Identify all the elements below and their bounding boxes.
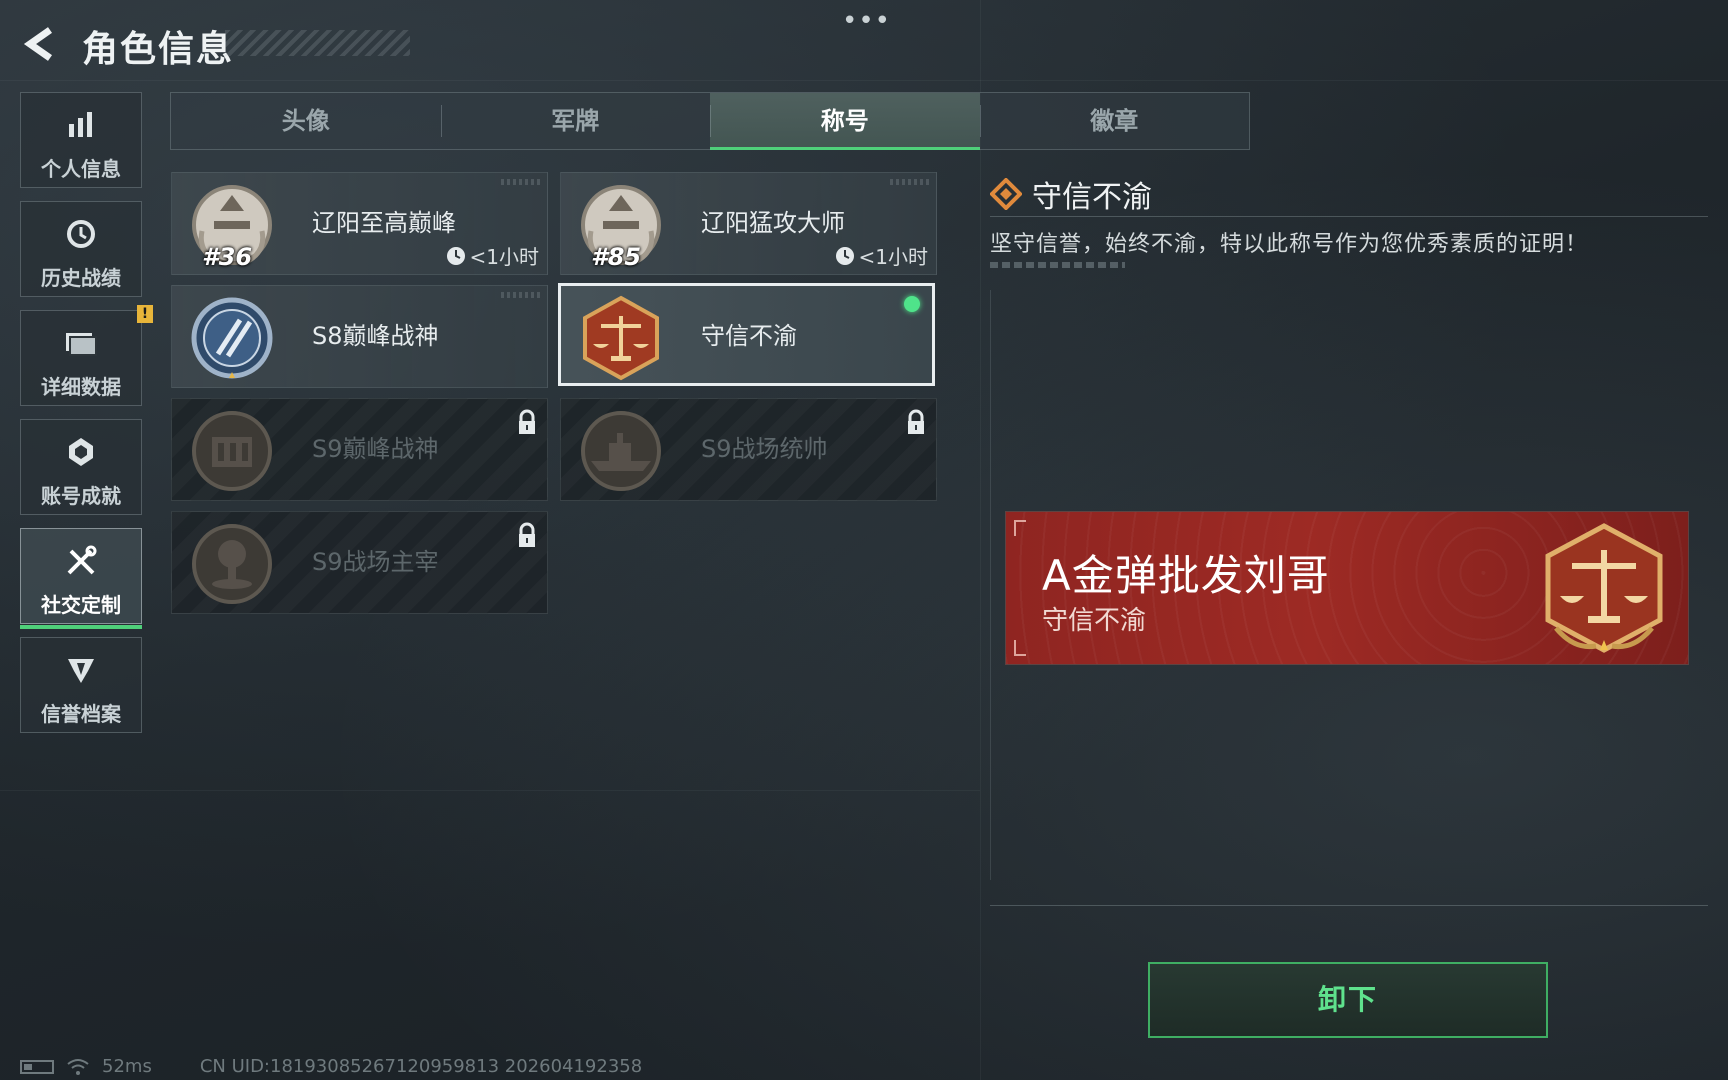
credit-shield-icon [21, 654, 141, 686]
title-decoration [225, 30, 410, 56]
sidebar-item-label: 社交定制 [41, 593, 121, 617]
divider [990, 216, 1708, 217]
title-card-locked[interactable]: S9巅峰战神 [171, 398, 548, 501]
rank-number: #36 [202, 243, 253, 271]
diamond-icon [990, 178, 1022, 210]
banner-corner [1014, 640, 1026, 656]
clock-icon [446, 246, 465, 265]
title-name: 辽阳猛攻大师 [701, 209, 845, 237]
scales-of-justice-emblem-icon [583, 295, 659, 381]
sidebar-item-label: 个人信息 [41, 157, 121, 181]
title-card[interactable]: #36 辽阳至高巅峰 <1小时 [171, 172, 548, 275]
title-card-locked[interactable]: S9战场主宰 [171, 511, 548, 614]
sidebar-item-achievements[interactable]: 账号成就 [20, 419, 142, 515]
category-tabs: 头像 军牌 称号 徽章 [170, 92, 1250, 150]
sidebar-item-label: 信誉档案 [41, 702, 121, 726]
title-name: S8巅峰战神 [312, 322, 439, 350]
tools-icon [21, 545, 141, 577]
duration-text: <1小时 [858, 245, 928, 269]
folder-icon [21, 327, 141, 359]
grid-line [980, 0, 981, 1080]
detail-description: 坚守信誉，始终不渝，特以此称号作为您优秀素质的证明！ [990, 232, 1589, 257]
sidebar-item-label: 历史战绩 [41, 266, 121, 290]
warning-badge: ! [137, 305, 153, 323]
banner-title: 守信不渝 [1042, 606, 1147, 636]
s9-warship-emblem-icon [581, 411, 661, 491]
title-preview-banner: A金弹批发刘哥 守信不渝 [1006, 512, 1688, 664]
card-decoration [501, 292, 541, 298]
detail-header: 守信不渝 [990, 172, 1152, 216]
duration: <1小时 [835, 241, 928, 270]
page-title: 角色信息 [82, 29, 235, 70]
title-card[interactable]: #85 辽阳猛攻大师 <1小时 [560, 172, 937, 275]
back-arrow-icon [23, 27, 53, 61]
status-bar: 52ms CN UID:18193085267120959813 2026041… [20, 1056, 642, 1077]
sidebar-item-credit-record[interactable]: 信誉档案 [20, 637, 142, 733]
lock-icon [519, 522, 535, 547]
tab-dog-tag[interactable]: 军牌 [440, 93, 711, 149]
divider [990, 905, 1708, 906]
lock-icon [519, 409, 535, 434]
rank-number: #85 [591, 243, 642, 271]
sidebar-item-label: 详细数据 [41, 375, 121, 399]
wifi-icon [67, 1058, 89, 1075]
ping-text: 52ms [102, 1056, 152, 1077]
tab-badge[interactable]: 徽章 [979, 93, 1250, 149]
tab-title[interactable]: 称号 [710, 93, 980, 150]
s9-building-emblem-icon [192, 411, 272, 491]
title-name: 守信不渝 [701, 322, 797, 350]
battery-icon [20, 1059, 54, 1074]
history-clock-icon [21, 218, 141, 250]
duration-text: <1小时 [469, 245, 539, 269]
title-name: 辽阳至高巅峰 [312, 209, 456, 237]
title-name: S9巅峰战神 [312, 435, 439, 463]
sidebar-item-social-custom[interactable]: 社交定制 [20, 528, 142, 629]
title-card-locked[interactable]: S9战场统帅 [560, 398, 937, 501]
unequip-button[interactable]: 卸下 [1148, 962, 1548, 1038]
title-name: S9战场统帅 [701, 435, 828, 463]
sidebar-item-detailed-data[interactable]: 详细数据 ! [20, 305, 153, 406]
uid-text: CN UID:18193085267120959813 202604192358 [199, 1056, 643, 1077]
card-decoration [890, 179, 930, 185]
grid-line [0, 80, 1728, 81]
title-card-selected[interactable]: 守信不渝 [558, 283, 935, 386]
clock-icon [835, 246, 854, 265]
detail-decoration [990, 262, 1125, 268]
sidebar-item-personal-info[interactable]: 个人信息 [20, 92, 142, 188]
title-name: S9战场主宰 [312, 548, 439, 576]
card-decoration [501, 179, 541, 185]
back-button[interactable] [20, 24, 60, 64]
equipped-indicator [904, 296, 920, 312]
more-menu-button[interactable]: ••• [842, 6, 891, 36]
sidebar-item-label: 账号成就 [41, 484, 121, 508]
sidebar-item-history[interactable]: 历史战绩 [20, 201, 142, 297]
lock-icon [908, 409, 924, 434]
player-name: A金弹批发刘哥 [1042, 551, 1330, 600]
sidebar: 个人信息 历史战绩 详细数据 ! 账号成就 社交定制 信誉档案 [20, 92, 153, 746]
achievement-icon [21, 436, 141, 468]
tab-avatar[interactable]: 头像 [171, 93, 441, 149]
detail-title: 守信不渝 [1032, 180, 1152, 215]
grid-line [0, 790, 980, 791]
banner-corner [1014, 520, 1026, 536]
scales-of-justice-emblem-icon [1545, 523, 1663, 653]
bar-chart-icon [21, 109, 141, 141]
title-card[interactable]: S8巅峰战神 [171, 285, 548, 388]
s8-season-emblem-icon [191, 297, 273, 379]
s9-explosion-emblem-icon [192, 524, 272, 604]
duration: <1小时 [446, 241, 539, 270]
